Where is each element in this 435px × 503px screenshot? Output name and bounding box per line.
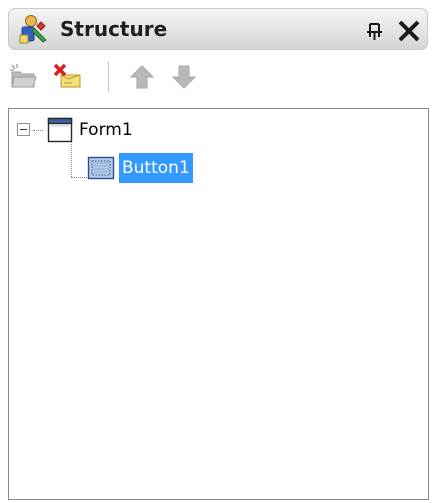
delete-icon — [53, 63, 81, 88]
close-button[interactable] — [396, 18, 422, 44]
tree-node-label: Form1 — [79, 120, 133, 140]
collapse-toggle[interactable] — [17, 123, 30, 136]
arrow-down-icon — [171, 65, 197, 89]
tree-connector — [33, 130, 43, 131]
pin-button[interactable] — [364, 18, 388, 42]
structure-toolbar — [8, 54, 428, 100]
structure-icon — [18, 13, 50, 45]
button-control-icon — [87, 155, 115, 185]
pin-icon — [367, 23, 382, 40]
arrow-up-icon — [129, 65, 155, 89]
form-icon — [47, 117, 73, 147]
panel-title: Structure — [60, 17, 168, 41]
structure-panel: Structure Form1 Button1 — [0, 0, 435, 503]
panel-title-bar: Structure — [8, 8, 428, 50]
tree-connector — [71, 142, 72, 177]
move-down-button[interactable] — [168, 61, 200, 93]
new-item-button[interactable] — [8, 61, 40, 93]
delete-item-button[interactable] — [52, 61, 84, 93]
close-icon — [398, 20, 420, 42]
new-folder-icon — [10, 64, 37, 88]
structure-tree: Form1 Button1 — [8, 108, 429, 500]
move-up-button[interactable] — [126, 61, 158, 93]
toolbar-separator — [108, 62, 109, 92]
tree-node-label-selected: Button1 — [119, 153, 193, 183]
tree-connector — [71, 177, 87, 178]
